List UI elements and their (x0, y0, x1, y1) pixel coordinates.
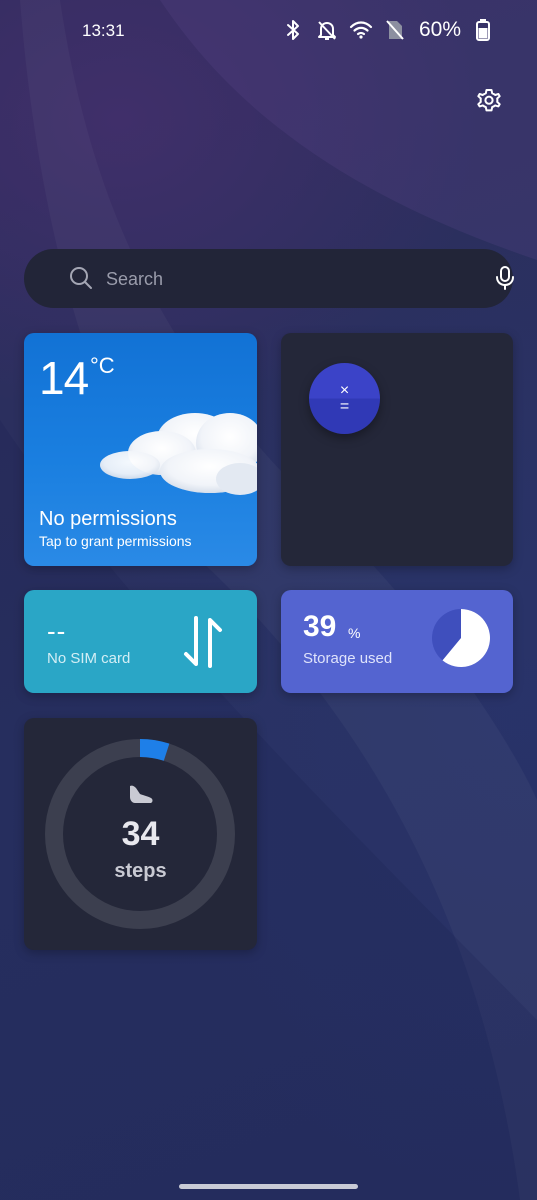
bluetooth-icon (281, 18, 305, 42)
home-indicator[interactable] (179, 1184, 358, 1189)
weather-permission-hint: Tap to grant permissions (39, 533, 192, 549)
data-usage-value: -- (47, 616, 67, 646)
sim-status-label: No SIM card (47, 650, 131, 667)
weather-temperature: 14 (39, 352, 89, 404)
storage-widget[interactable]: 39 % Storage used (281, 590, 513, 693)
cloud-icon (100, 413, 257, 495)
shoe-icon (130, 785, 153, 803)
calculator-widget: × = (281, 333, 513, 566)
wifi-icon (349, 18, 373, 42)
microphone-icon[interactable] (491, 264, 519, 292)
data-transfer-icon (184, 616, 222, 668)
equals-symbol: = (339, 397, 350, 415)
weather-status: No permissions (39, 508, 177, 530)
mobile-data-widget[interactable]: -- No SIM card (24, 590, 257, 693)
storage-label: Storage used (303, 650, 393, 667)
weather-unit: °C (90, 353, 115, 378)
status-icons: 60% (281, 18, 495, 42)
steps-progress-arc (139, 739, 170, 761)
search-bar[interactable] (24, 249, 514, 308)
storage-percent-value: 39 (303, 610, 337, 643)
calculator-button[interactable]: × = (309, 363, 380, 434)
mute-notifications-icon (315, 18, 339, 42)
search-icon (70, 267, 92, 289)
multiply-symbol: × (339, 381, 350, 399)
no-sim-icon (383, 18, 407, 42)
steps-label: steps (114, 860, 167, 882)
battery-level: 60% (418, 18, 461, 41)
steps-widget[interactable]: 34 steps (24, 718, 257, 950)
status-bar: 13:31 60% (0, 0, 537, 62)
search-input[interactable] (104, 263, 468, 295)
settings-button[interactable] (474, 85, 504, 115)
steps-count: 34 (121, 815, 160, 853)
status-time: 13:31 (82, 21, 125, 40)
storage-pie-icon (432, 609, 490, 667)
storage-percent-unit: % (348, 625, 361, 641)
gear-icon (477, 89, 501, 112)
battery-icon (471, 18, 495, 42)
weather-widget[interactable]: 14 °C No permissions Tap to grant permis… (24, 333, 257, 566)
